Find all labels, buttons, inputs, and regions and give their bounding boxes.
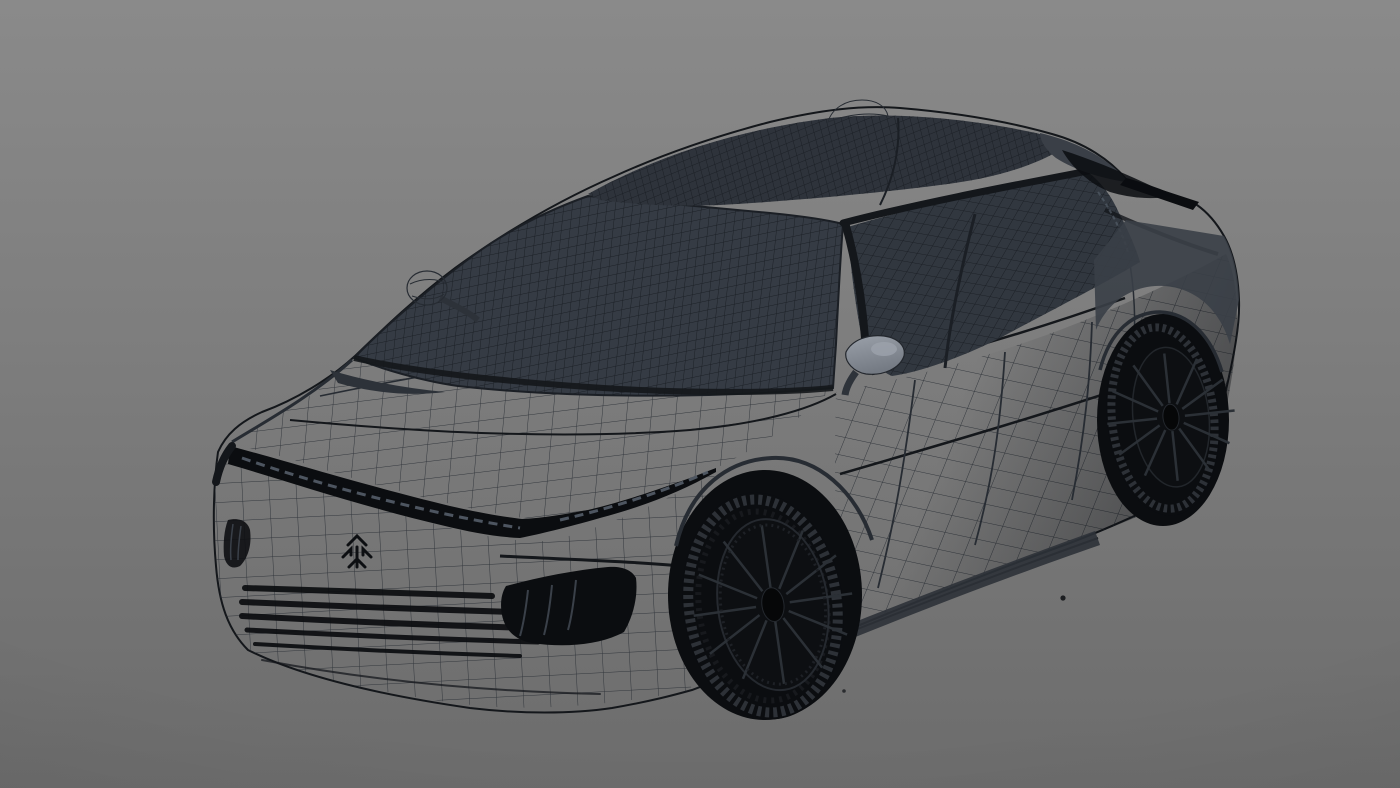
car-model[interactable] [214,100,1245,730]
wireframe-car-render[interactable] [0,0,1400,788]
windshield-glass [354,196,843,396]
3d-viewport[interactable] [0,0,1400,788]
